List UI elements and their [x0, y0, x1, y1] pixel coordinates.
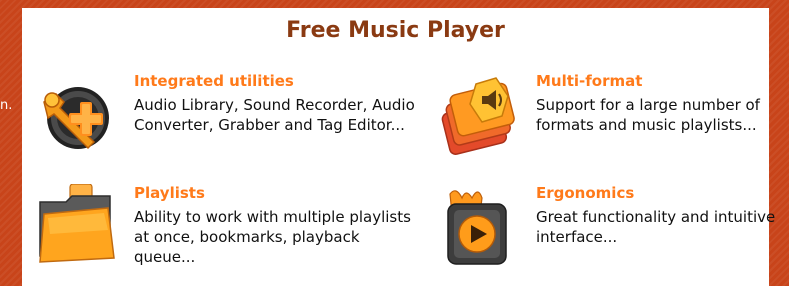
folder-icon — [39, 184, 115, 263]
feature-panel: Free Music Player Integrated utilities A… — [22, 8, 775, 286]
wrench-plus-icon — [43, 87, 109, 150]
feature-description: Audio Library, Sound Recorder, Audio Con… — [134, 96, 415, 134]
stacked-formats-icon — [441, 77, 515, 155]
feature-description: Support for a large number of formats an… — [536, 96, 760, 134]
feature-heading: Integrated utilities — [134, 72, 294, 90]
feature-description: Great functionality and intuitive interf… — [536, 208, 776, 246]
feature-heading: Playlists — [134, 184, 205, 202]
page-title: Free Music Player — [286, 18, 505, 43]
feature-description: Ability to work with multiple playlists … — [134, 208, 411, 266]
play-button-icon — [447, 190, 507, 265]
feature-heading: Multi-format — [536, 72, 643, 90]
clipped-text-fragment: n. — [0, 98, 13, 113]
feature-heading: Ergonomics — [536, 184, 635, 202]
